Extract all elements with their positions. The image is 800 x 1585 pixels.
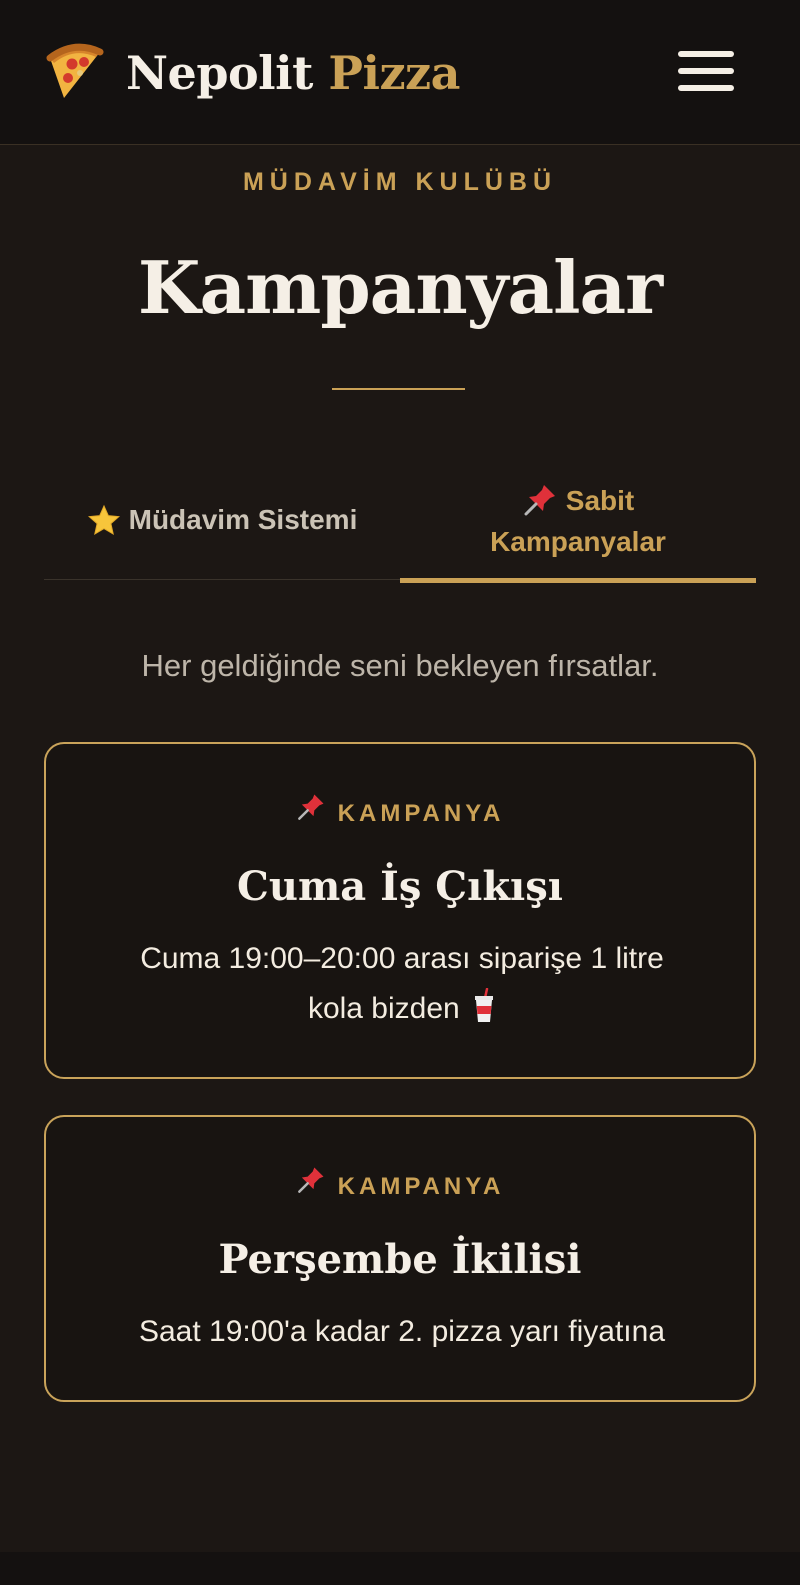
hamburger-menu-icon[interactable] [676, 46, 738, 98]
campaign-card[interactable]: KAMPANYA Perşembe İkilisi Saat 19:00'a k… [44, 1115, 756, 1402]
pushpin-icon [296, 792, 326, 835]
top-header: Nepolit Pizza [0, 0, 800, 145]
brand-name[interactable]: Nepolit Pizza [126, 40, 460, 106]
title-divider [332, 388, 465, 390]
campaign-title: Perşembe İkilisi [218, 1236, 582, 1283]
campaign-label-text: KAMPANYA [337, 1172, 505, 1200]
campaign-label: KAMPANYA [46, 1165, 754, 1208]
footer-band [0, 1552, 800, 1585]
pushpin-icon [296, 1165, 326, 1208]
intro-text: Her geldiğinde seni bekleyen fırsatlar. [141, 648, 659, 683]
menu-bar [678, 85, 734, 91]
tab-sabit-kampanyalar[interactable]: Sabit Kampanyalar [400, 462, 756, 583]
campaign-card[interactable]: KAMPANYA Cuma İş Çıkışı Cuma 19:00–20:00… [44, 742, 756, 1079]
tab-label: Müdavim Sistemi [128, 504, 358, 536]
campaign-desc-line1: Cuma 19:00–20:00 arası siparişe 1 litre [140, 942, 664, 975]
brand-word-2: Pizza [328, 46, 460, 100]
campaign-desc-line2: kola bizden [307, 992, 460, 1025]
tab-label-line1: Sabit [565, 484, 635, 516]
page-title: Kampanyalar [137, 245, 663, 330]
campaign-label-text: KAMPANYA [337, 799, 505, 827]
campaign-title: Cuma İş Çıkışı [237, 863, 563, 910]
tab-label-line2: Kampanyalar [490, 526, 666, 558]
pushpin-icon [522, 482, 566, 522]
soda-cup-icon [468, 987, 496, 1025]
campaign-tabs: Müdavim Sistemi Sabit Kampanyalar [44, 462, 756, 583]
campaign-description: Saat 19:00'a kadar 2. pizza yarı fiyatın… [138, 1315, 666, 1348]
menu-bar [678, 68, 734, 74]
tab-mudavim-sistemi[interactable]: Müdavim Sistemi [44, 462, 400, 580]
campaign-label: KAMPANYA [46, 792, 754, 835]
menu-bar [678, 51, 734, 57]
star-icon [87, 503, 129, 542]
pizza-slice-icon[interactable] [44, 42, 104, 102]
campaign-description: Cuma 19:00–20:00 arası siparişe 1 litre … [86, 934, 718, 1034]
section-eyebrow: MÜDAVİM KULÜBÜ [242, 168, 558, 196]
brand-word-1: Nepolit [126, 46, 313, 100]
